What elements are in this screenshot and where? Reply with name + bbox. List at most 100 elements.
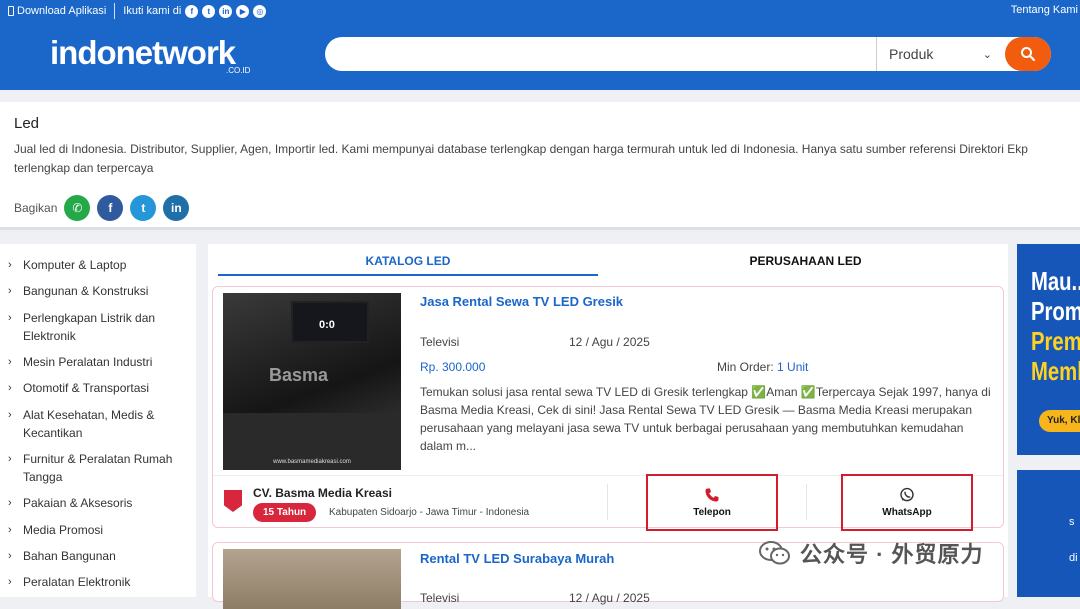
- chevron-right-icon: ›: [8, 259, 12, 271]
- promo-line: Mau...: [1031, 266, 1080, 296]
- site-logo[interactable]: indonetwork: [50, 34, 236, 72]
- product-title[interactable]: Rental TV LED Surabaya Murah: [420, 551, 614, 566]
- sidebar-item-label: Mesin Peralatan Industri: [23, 355, 153, 369]
- divider: [114, 3, 116, 19]
- image-watermark: Basma: [269, 365, 329, 385]
- call-label: Telepon: [693, 507, 731, 518]
- share-bar: Bagikan ✆ f t in: [14, 195, 190, 221]
- tab-catalog[interactable]: KATALOG LED: [218, 254, 598, 276]
- product-date: 12 / Agu / 2025: [569, 591, 650, 605]
- product-image[interactable]: 0:0 Basma www.basmamediakreasi.com: [223, 293, 401, 470]
- chevron-right-icon: ›: [8, 312, 12, 324]
- sidebar-item-bahan[interactable]: › Bahan Bangunan: [8, 547, 188, 565]
- chevron-right-icon: ›: [8, 453, 12, 465]
- sidebar-item-label: Furnitur & Peralatan Rumah Tangga: [23, 452, 173, 484]
- tab-companies[interactable]: PERUSAHAAN LED: [608, 254, 1003, 276]
- download-app-link[interactable]: Download Aplikasi: [8, 5, 106, 17]
- min-order: Min Order: 1 Unit: [717, 360, 808, 374]
- sidebar-item-media[interactable]: › Media Promosi: [8, 521, 188, 539]
- product-category: Televisi: [420, 335, 460, 349]
- chevron-right-icon: ›: [8, 576, 12, 588]
- years-badge: 15 Tahun: [253, 503, 317, 522]
- chevron-right-icon: ›: [8, 409, 12, 421]
- follow-label: Ikuti kami di: [123, 5, 182, 17]
- promo-banner-2[interactable]: s di: [1017, 470, 1080, 597]
- chevron-right-icon: ›: [8, 497, 12, 509]
- sidebar-item-listrik[interactable]: › Perlengkapan Listrik dan Elektronik: [8, 309, 188, 345]
- call-button[interactable]: Telepon: [646, 474, 778, 531]
- sidebar-item-kesehatan[interactable]: › Alat Kesehatan, Medis & Kecantikan: [8, 406, 188, 442]
- company-name[interactable]: CV. Basma Media Kreasi: [253, 486, 392, 500]
- phone-icon: [8, 6, 14, 16]
- about-link[interactable]: Tentang Kami: [1011, 4, 1078, 16]
- download-app-label: Download Aplikasi: [17, 5, 107, 17]
- linkedin-icon[interactable]: in: [219, 4, 233, 18]
- sidebar-item-label: Pakaian & Aksesoris: [23, 496, 133, 510]
- min-order-value: 1 Unit: [777, 360, 809, 374]
- chevron-down-icon: ⌄: [982, 48, 992, 61]
- product-image[interactable]: [223, 549, 401, 609]
- sidebar-item-pakaian[interactable]: › Pakaian & Aksesoris: [8, 494, 188, 512]
- promo-button[interactable]: Yuk, Kl: [1039, 410, 1080, 432]
- category-description: Jual led di Indonesia. Distributor, Supp…: [14, 140, 1080, 178]
- promo-text: Mau... Promo Premi Memb: [1031, 266, 1080, 386]
- product-price: Rp. 300.000: [420, 360, 486, 374]
- tv-score: 0:0: [319, 319, 335, 331]
- sidebar-item-otomotif[interactable]: › Otomotif & Transportasi: [8, 379, 188, 397]
- sidebar-item-komputer[interactable]: › Komputer & Laptop: [8, 256, 188, 274]
- chevron-right-icon: ›: [8, 382, 12, 394]
- sidebar-item-label: Perlengkapan Listrik dan Elektronik: [23, 311, 156, 343]
- wechat-watermark: 公众号 · 外贸原力: [758, 537, 984, 569]
- product-title[interactable]: Jasa Rental Sewa TV LED Gresik: [420, 294, 623, 309]
- promo-line: Premi: [1031, 326, 1080, 356]
- company-footer: CV. Basma Media Kreasi 15 Tahun Kabupate…: [213, 474, 1003, 531]
- company-location: Kabupaten Sidoarjo - Jawa Timur - Indone…: [329, 507, 530, 518]
- sidebar-item-label: Bahan Bangunan: [23, 549, 116, 563]
- product-card: 0:0 Basma www.basmamediakreasi.com Jasa …: [212, 286, 1004, 531]
- image-url: www.basmamediakreasi.com: [273, 459, 351, 465]
- header-bar: Download Aplikasi Ikuti kami di f t in ▶…: [0, 0, 1080, 90]
- search-button[interactable]: [1005, 37, 1051, 71]
- promo-banner[interactable]: Mau... Promo Premi Memb Yuk, Kl: [1017, 244, 1080, 455]
- linkedin-share-icon[interactable]: in: [163, 195, 190, 221]
- chevron-right-icon: ›: [8, 524, 12, 536]
- sidebar-item-bangunan[interactable]: › Bangunan & Konstruksi: [8, 282, 188, 300]
- verified-shield-icon: [224, 490, 242, 512]
- youtube-icon[interactable]: ▶: [236, 4, 250, 18]
- sidebar-item-label: Otomotif & Transportasi: [23, 381, 150, 395]
- whatsapp-button[interactable]: WhatsApp: [841, 474, 973, 531]
- sidebar-item-furnitur[interactable]: › Furnitur & Peralatan Rumah Tangga: [8, 450, 188, 486]
- promo-line: Memb: [1031, 356, 1080, 386]
- facebook-share-icon[interactable]: f: [97, 195, 124, 221]
- sidebar-item-label: Alat Kesehatan, Medis & Kecantikan: [23, 408, 155, 440]
- product-date: 12 / Agu / 2025: [569, 335, 650, 349]
- search-icon: [1021, 47, 1036, 62]
- whatsapp-share-icon[interactable]: ✆: [64, 195, 91, 221]
- site-logo-sub: .CO.ID: [226, 66, 251, 75]
- sidebar-item-label: Media Promosi: [23, 523, 104, 537]
- category-sidebar: › Komputer & Laptop › Bangunan & Konstruks…: [0, 244, 196, 597]
- category-selected: Produk: [889, 46, 934, 62]
- promo-line: Promo: [1031, 296, 1080, 326]
- whatsapp-label: WhatsApp: [882, 507, 932, 518]
- sidebar-item-mesin[interactable]: › Mesin Peralatan Industri: [8, 353, 188, 371]
- chevron-right-icon: ›: [8, 550, 12, 562]
- twitter-share-icon[interactable]: t: [130, 195, 157, 221]
- sidebar-item-elektronik[interactable]: › Peralatan Elektronik: [8, 573, 188, 591]
- min-order-label: Min Order:: [717, 360, 774, 374]
- category-select[interactable]: Produk ⌄: [876, 37, 1002, 71]
- product-category: Televisi: [420, 591, 460, 605]
- share-label: Bagikan: [14, 201, 58, 215]
- facebook-icon[interactable]: f: [185, 4, 199, 18]
- description-line-1: Jual led di Indonesia. Distributor, Supp…: [14, 142, 1028, 156]
- page-title: Led: [14, 115, 40, 132]
- promo2-glyph: di: [1069, 552, 1078, 564]
- chevron-right-icon: ›: [8, 356, 12, 368]
- description-line-2: terlengkap dan terpercaya: [14, 161, 154, 175]
- search-input[interactable]: [337, 43, 867, 65]
- sidebar-item-label: Peralatan Elektronik: [23, 575, 131, 589]
- twitter-icon[interactable]: t: [202, 4, 216, 18]
- product-description: Temukan solusi jasa rental sewa TV LED d…: [420, 385, 991, 453]
- instagram-icon[interactable]: ◎: [253, 4, 267, 18]
- chevron-right-icon: ›: [8, 285, 12, 297]
